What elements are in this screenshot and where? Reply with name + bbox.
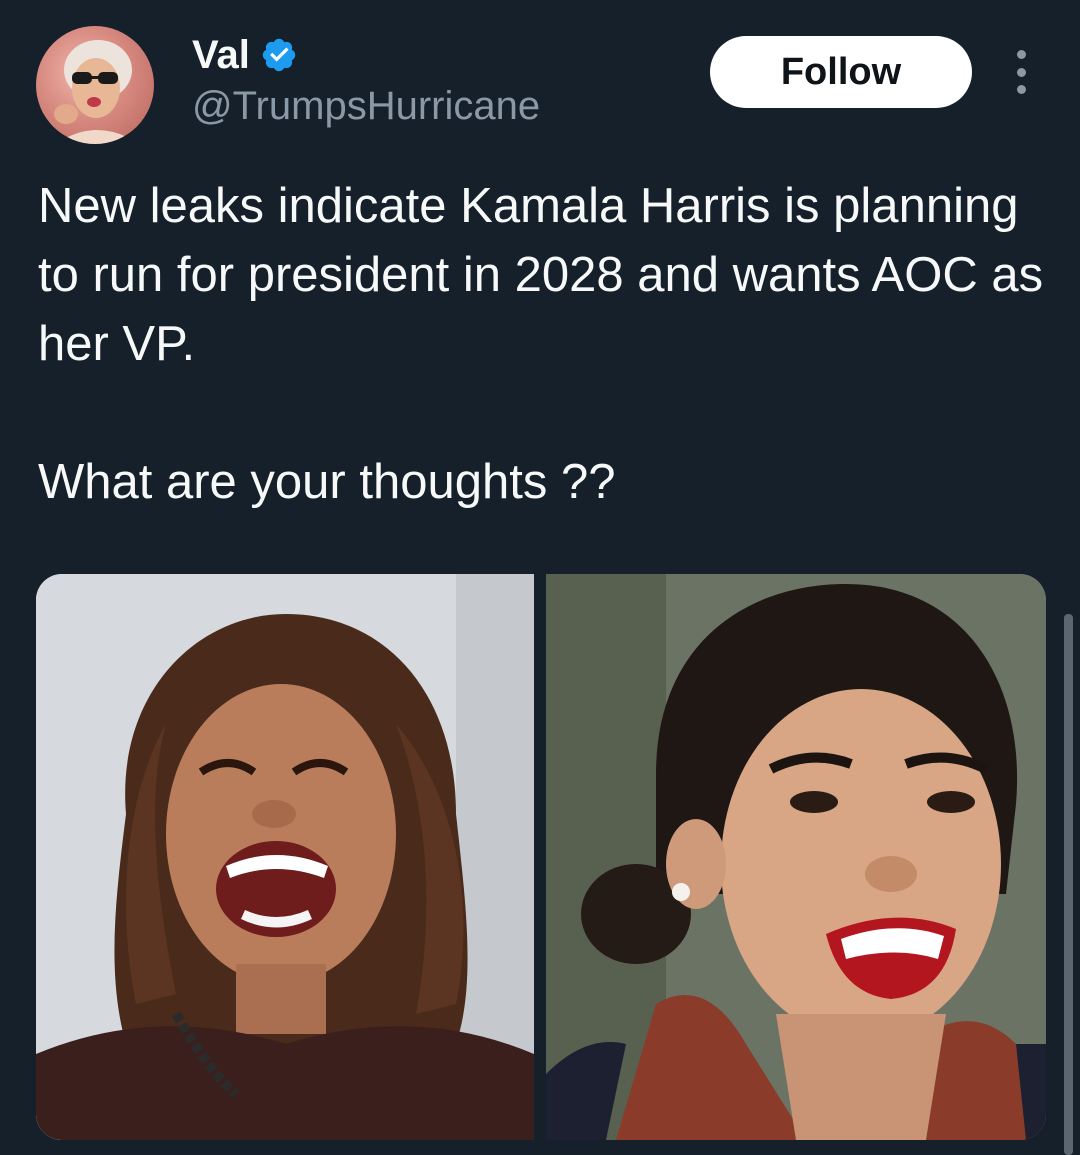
more-dot (1016, 50, 1026, 59)
author-handle[interactable]: @TrumpsHurricane (192, 84, 540, 128)
tweet-card: Val @TrumpsHurricane Follow New leaks in… (0, 0, 1080, 1155)
author-display-name[interactable]: Val (192, 35, 250, 75)
more-dot (1016, 67, 1026, 77)
more-options-icon[interactable] (1006, 50, 1036, 94)
avatar[interactable] (36, 26, 154, 144)
follow-button[interactable]: Follow (710, 36, 972, 108)
more-dot (1016, 85, 1026, 94)
page-scrollbar[interactable] (1064, 614, 1073, 1155)
tweet-text: New leaks indicate Kamala Harris is plan… (38, 172, 1048, 517)
tweet-text-paragraph: What are your thoughts ?? (38, 455, 616, 509)
author-name-row[interactable]: Val (192, 30, 298, 80)
photo-aoc[interactable] (546, 574, 1046, 1140)
verified-badge-icon (260, 36, 298, 74)
tweet-media (36, 574, 1046, 1140)
photo-kamala-harris[interactable] (36, 574, 534, 1140)
tweet-text-paragraph: New leaks indicate Kamala Harris is plan… (38, 179, 1044, 371)
